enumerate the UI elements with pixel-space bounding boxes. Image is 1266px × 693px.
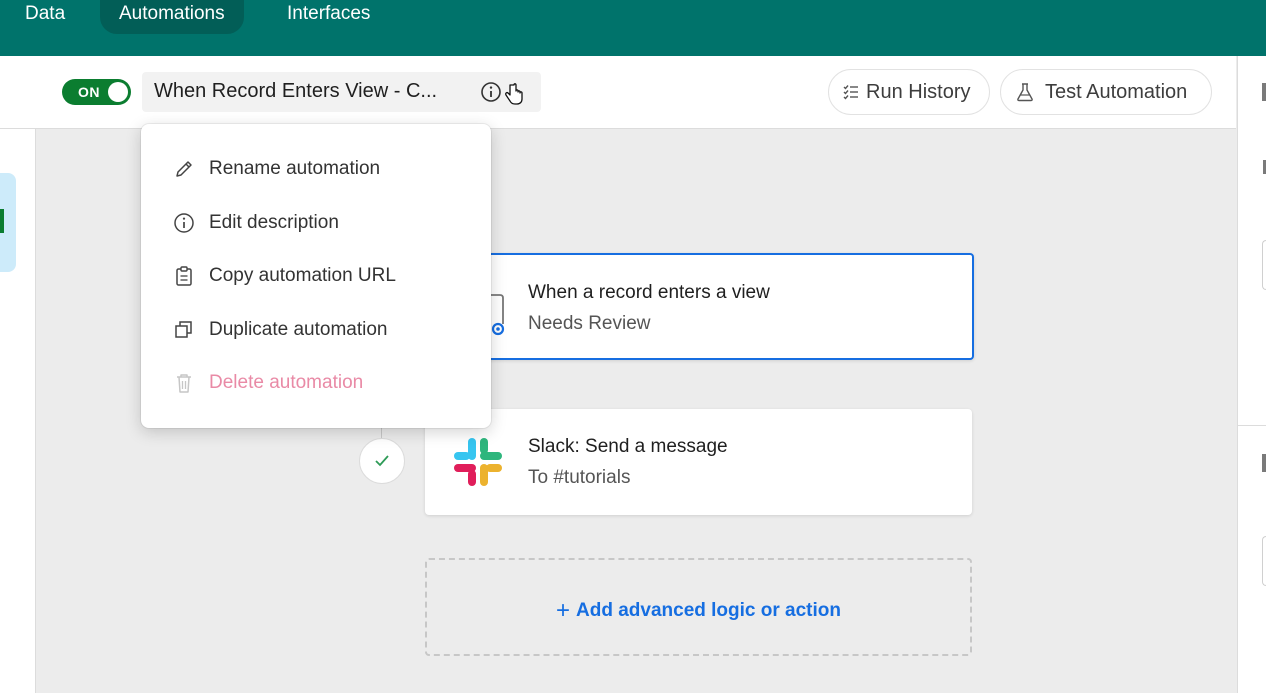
step-connector — [381, 428, 382, 438]
right-panel-field[interactable] — [1262, 240, 1266, 290]
info-icon[interactable] — [480, 81, 502, 103]
menu-item-duplicate[interactable]: Duplicate automation — [141, 308, 491, 352]
menu-item-label: Copy automation URL — [209, 265, 396, 286]
automation-options-menu: Rename automation Edit description Copy … — [141, 124, 491, 428]
slack-icon — [454, 438, 502, 486]
right-config-panel — [1237, 56, 1266, 693]
menu-item-rename[interactable]: Rename automation — [141, 147, 491, 191]
action-title: Slack: Send a message — [528, 436, 728, 457]
hand-cursor-icon — [505, 83, 523, 105]
right-panel-field[interactable] — [1262, 536, 1266, 586]
info-icon — [174, 213, 194, 233]
top-nav-bar: Data Automations Interfaces — [0, 0, 1266, 56]
test-automation-button[interactable]: Test Automation — [1000, 69, 1212, 115]
pencil-icon — [176, 161, 192, 177]
tab-automations[interactable]: Automations — [100, 0, 244, 34]
toggle-label: ON — [78, 84, 100, 100]
menu-item-label: Edit description — [209, 212, 339, 233]
trigger-subtitle: Needs Review — [528, 313, 651, 334]
left-panel-tab-indicator — [0, 209, 4, 233]
automation-on-toggle[interactable]: ON — [62, 79, 131, 105]
right-panel-fragment — [1262, 454, 1266, 472]
action-card[interactable]: Slack: Send a message To #tutorials — [425, 409, 972, 515]
duplicate-icon — [175, 321, 192, 338]
test-automation-label: Test Automation — [1045, 81, 1188, 103]
menu-item-label: Rename automation — [209, 158, 381, 179]
action-subtitle: To #tutorials — [528, 467, 631, 488]
add-step-button[interactable]: + Add advanced logic or action — [425, 558, 972, 656]
run-history-button[interactable]: Run History — [828, 69, 990, 115]
step-status-check — [359, 438, 405, 484]
clipboard-icon — [176, 266, 192, 286]
toggle-knob — [108, 82, 128, 102]
list-check-icon — [843, 85, 858, 100]
left-panel-tab[interactable] — [0, 173, 16, 272]
left-rail — [0, 56, 36, 693]
tab-interfaces[interactable]: Interfaces — [268, 0, 389, 34]
automation-title: When Record Enters View - C... — [154, 80, 438, 102]
menu-item-label: Delete automation — [209, 372, 364, 393]
right-panel-divider — [1238, 425, 1266, 426]
trigger-title: When a record enters a view — [528, 282, 770, 303]
plus-icon: + — [555, 597, 570, 624]
add-step-label: Add advanced logic or action — [576, 600, 841, 621]
right-panel-fragment — [1262, 83, 1266, 101]
run-history-label: Run History — [866, 81, 971, 103]
automation-title-button[interactable]: When Record Enters View - C... — [142, 72, 541, 112]
menu-item-label: Duplicate automation — [209, 319, 388, 340]
menu-item-copy-url[interactable]: Copy automation URL — [141, 254, 491, 298]
tab-data[interactable]: Data — [6, 0, 84, 34]
check-icon — [375, 455, 389, 467]
trash-icon — [177, 374, 191, 393]
menu-item-edit-description[interactable]: Edit description — [141, 201, 491, 245]
add-step-row: + Add advanced logic or action — [427, 597, 970, 625]
flask-icon — [1017, 83, 1033, 102]
trigger-card[interactable]: When a record enters a view Needs Review — [480, 253, 974, 360]
menu-item-delete[interactable]: Delete automation — [141, 361, 491, 405]
